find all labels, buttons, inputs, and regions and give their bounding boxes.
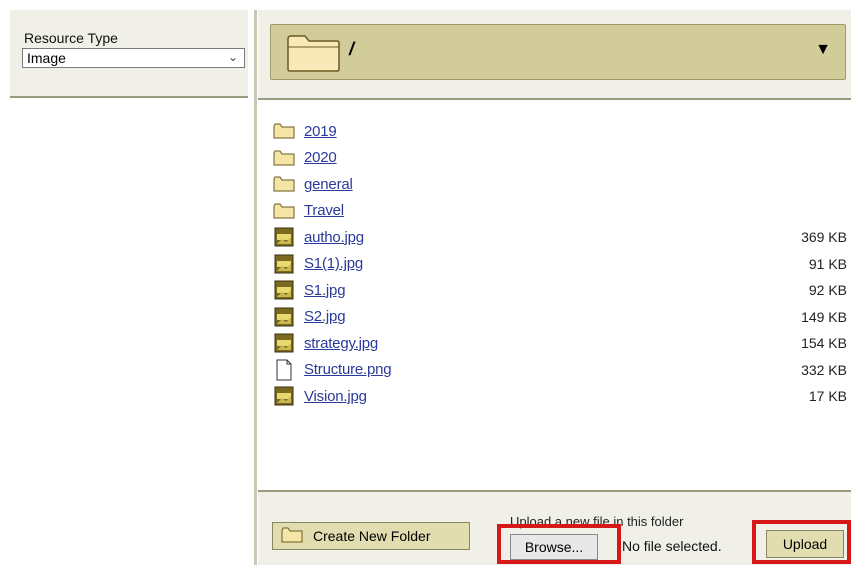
list-item[interactable]: 2020	[272, 145, 847, 172]
file-size: 154 KB	[801, 335, 847, 352]
list-item[interactable]: S2.jpg 149 KB	[272, 304, 847, 331]
create-folder-label: Create New Folder	[313, 528, 431, 544]
list-item[interactable]: Travel	[272, 198, 847, 225]
list-item[interactable]: S1(1).jpg 91 KB	[272, 251, 847, 278]
file-size: 92 KB	[808, 282, 847, 299]
file-size: 369 KB	[801, 229, 847, 246]
file-size: 332 KB	[801, 361, 847, 378]
folder-icon	[272, 174, 296, 194]
folder-open-icon	[285, 31, 343, 78]
file-name-link[interactable]: 2020	[304, 149, 337, 166]
current-path: /	[349, 39, 355, 59]
document-icon	[272, 359, 296, 381]
list-item[interactable]: strategy.jpg 154 KB	[272, 330, 847, 357]
jpg-file-icon	[272, 386, 296, 406]
list-item[interactable]: general	[272, 171, 847, 198]
highlight-box-upload	[752, 520, 851, 564]
file-status: No file selected.	[622, 538, 722, 554]
left-panel-body	[10, 100, 248, 565]
list-item[interactable]: autho.jpg 369 KB	[272, 224, 847, 251]
resource-type-panel: Resource Type Image ⌄	[10, 10, 248, 98]
file-name-link[interactable]: 2019	[304, 123, 337, 140]
path-dropdown[interactable]: / ▼	[270, 24, 846, 80]
file-name-link[interactable]: Vision.jpg	[304, 388, 367, 405]
jpg-file-icon	[272, 254, 296, 274]
file-name-link[interactable]: Structure.png	[304, 361, 392, 378]
list-item[interactable]: S1.jpg 92 KB	[272, 277, 847, 304]
file-browser-window: Resource Type Image ⌄ / ▼ 2019 2020 gene…	[0, 0, 851, 565]
file-name-link[interactable]: S1.jpg	[304, 282, 346, 299]
file-name-link[interactable]: Travel	[304, 202, 344, 219]
file-name-link[interactable]: S1(1).jpg	[304, 255, 363, 272]
file-name-link[interactable]: strategy.jpg	[304, 335, 378, 352]
file-size: 91 KB	[808, 255, 847, 272]
jpg-file-icon	[272, 280, 296, 300]
resource-type-label: Resource Type	[24, 30, 118, 46]
list-item[interactable]: 2019	[272, 118, 847, 145]
folder-icon	[272, 148, 296, 168]
resource-type-value: Image	[27, 50, 66, 66]
list-item[interactable]: Vision.jpg 17 KB	[272, 383, 847, 410]
create-folder-button[interactable]: Create New Folder	[272, 522, 470, 550]
folder-icon	[281, 527, 303, 546]
jpg-file-icon	[272, 333, 296, 353]
file-list: 2019 2020 general Travel autho.jpg 369 K…	[272, 118, 847, 410]
folder-icon	[272, 121, 296, 141]
file-name-link[interactable]: S2.jpg	[304, 308, 346, 325]
folder-icon	[272, 201, 296, 221]
jpg-file-icon	[272, 307, 296, 327]
file-size: 149 KB	[801, 308, 847, 325]
chevron-down-icon: ⌄	[227, 50, 238, 64]
panel-divider[interactable]	[254, 10, 257, 565]
file-size: 17 KB	[808, 388, 847, 405]
path-header: / ▼	[258, 10, 851, 100]
jpg-file-icon	[272, 227, 296, 247]
list-item[interactable]: Structure.png 332 KB	[272, 357, 847, 384]
dropdown-arrow-icon: ▼	[815, 41, 831, 58]
file-name-link[interactable]: autho.jpg	[304, 229, 364, 246]
resource-type-select[interactable]: Image ⌄	[22, 48, 245, 68]
highlight-box-browse	[497, 524, 621, 564]
file-name-link[interactable]: general	[304, 176, 353, 193]
